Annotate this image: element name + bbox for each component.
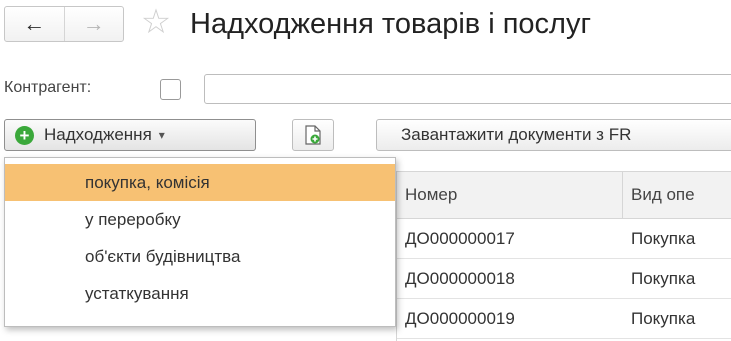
forward-button[interactable]: → [65, 7, 124, 41]
cell-number: ДО000000017 [405, 228, 515, 248]
back-button[interactable]: ← [5, 7, 65, 41]
plus-circle-icon: + [15, 125, 34, 145]
menu-item-processing[interactable]: у переробку [5, 201, 395, 238]
menu-item-equipment[interactable]: устаткування [5, 275, 395, 312]
column-header-operation[interactable]: Вид опе [623, 172, 731, 218]
cell-operation: Покупка [631, 268, 696, 288]
copy-document-button[interactable] [292, 119, 334, 151]
table-row[interactable]: ДО000000017 Покупка [397, 219, 731, 259]
create-receipt-label: Надходження [44, 125, 152, 144]
menu-item-purchase-commission[interactable]: покупка, комісія [5, 164, 395, 201]
cell-operation: Покупка [631, 308, 696, 328]
table-header: Номер Вид опе [397, 171, 731, 219]
document-copy-icon [305, 125, 321, 145]
cell-number: ДО000000018 [405, 268, 515, 288]
counterparty-input[interactable] [204, 74, 731, 104]
favorite-star-icon[interactable]: ☆ [136, 2, 176, 42]
counterparty-checkbox[interactable] [160, 79, 181, 100]
navigation-buttons: ← → [4, 6, 124, 42]
arrow-right-icon: → [82, 11, 105, 36]
menu-item-construction-objects[interactable]: об'єкти будівництва [5, 238, 395, 275]
arrow-left-icon: ← [23, 11, 46, 36]
counterparty-label: Контрагент: [4, 79, 92, 96]
load-documents-label: Завантажити документи з FR [401, 125, 632, 144]
create-dropdown-menu: покупка, комісія у переробку об'єкти буд… [4, 157, 396, 327]
load-documents-button[interactable]: Завантажити документи з FR [376, 119, 731, 151]
chevron-down-icon: ▾ [158, 128, 165, 142]
page-title: Надходження товарів і послуг [190, 8, 592, 40]
cell-operation: Покупка [631, 228, 696, 248]
table-row[interactable]: ДО000000018 Покупка [397, 259, 731, 299]
column-header-number[interactable]: Номер [397, 172, 623, 218]
documents-table: Номер Вид опе ДО000000017 Покупка ДО0000… [396, 171, 731, 341]
create-receipt-button[interactable]: + Надходження ▾ [4, 119, 256, 151]
cell-number: ДО000000019 [405, 308, 515, 328]
table-row[interactable]: ДО000000019 Покупка [397, 299, 731, 339]
